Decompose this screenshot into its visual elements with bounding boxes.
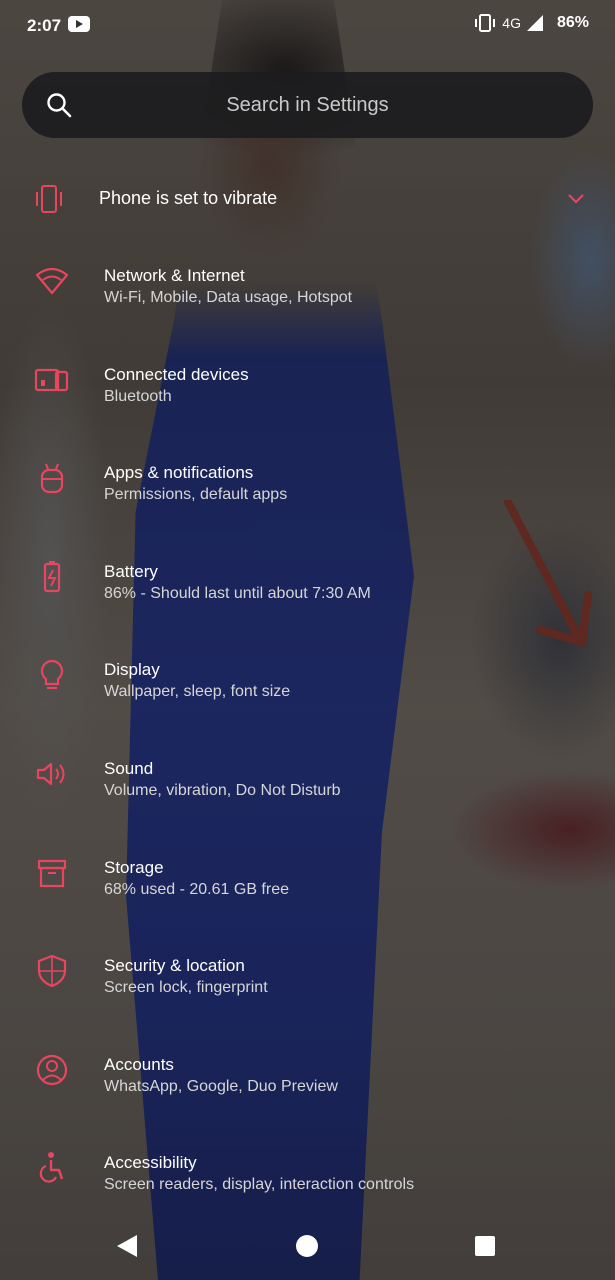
vibrate-icon: [34, 182, 64, 223]
setting-title: Network & Internet: [104, 266, 245, 285]
setting-subtitle: WhatsApp, Google, Duo Preview: [104, 1077, 338, 1095]
setting-accounts[interactable]: Accounts WhatsApp, Google, Duo Preview: [0, 1036, 615, 1135]
setting-title: Apps & notifications: [104, 463, 254, 483]
setting-title: Display: [104, 660, 160, 680]
battery-percent: 86%: [556, 14, 589, 31]
status-time: 2:07: [27, 16, 62, 35]
setting-battery[interactable]: Battery 86% - Should last until about 7:…: [0, 543, 615, 642]
chevron-down-icon[interactable]: [566, 192, 586, 211]
setting-title: Battery: [104, 561, 158, 581]
setting-subtitle: 86% - Should last until about 7:30 AM: [104, 584, 371, 602]
recents-icon[interactable]: [475, 1236, 495, 1256]
devices-icon: [34, 368, 69, 391]
setting-sound[interactable]: Sound Volume, vibration, Do Not Disturb: [0, 740, 615, 839]
android-icon: [40, 463, 64, 494]
setting-title: Connected devices: [104, 364, 249, 384]
setting-apps-notifications[interactable]: Apps & notifications Permissions, defaul…: [0, 444, 615, 543]
youtube-icon: [68, 16, 90, 32]
setting-display[interactable]: Display Wallpaper, sleep, font size: [0, 641, 615, 740]
wifi-icon: [35, 267, 69, 295]
back-icon[interactable]: [116, 1234, 138, 1258]
storage-icon: [37, 859, 67, 887]
account-icon: [36, 1054, 68, 1085]
accessibility-icon: [39, 1152, 64, 1183]
settings-list: Network & Internet Wi-Fi, Mobile, Data u…: [0, 247, 615, 1233]
setting-title: Accounts: [104, 1054, 174, 1074]
home-icon[interactable]: [296, 1235, 318, 1257]
status-indicators: 4G 86%: [474, 14, 589, 32]
setting-security-location[interactable]: Security & location Screen lock, fingerp…: [0, 937, 615, 1036]
setting-network-internet[interactable]: Network & Internet Wi-Fi, Mobile, Data u…: [0, 247, 615, 346]
setting-subtitle: 68% used - 20.61 GB free: [104, 880, 289, 898]
setting-title: Storage: [104, 857, 164, 877]
setting-connected-devices[interactable]: Connected devices Bluetooth: [0, 346, 615, 445]
vibrate-status-icon: [474, 14, 496, 32]
network-type: 4G: [502, 15, 521, 31]
vibrate-suggestion[interactable]: Phone is set to vibrate: [0, 170, 615, 230]
setting-title: Sound: [104, 758, 154, 778]
shield-icon: [37, 955, 67, 988]
search-bar[interactable]: Search in Settings: [22, 72, 593, 138]
setting-storage[interactable]: Storage 68% used - 20.61 GB free: [0, 839, 615, 938]
speaker-icon: [36, 762, 65, 786]
navigation-bar: [0, 1214, 615, 1280]
lightbulb-icon: [40, 660, 64, 690]
setting-subtitle: Screen readers, display, interaction con…: [104, 1176, 415, 1194]
signal-icon: [526, 15, 543, 31]
setting-subtitle: Wi-Fi, Mobile, Data usage, Hotspot: [104, 289, 353, 306]
setting-title: Security & location: [104, 956, 245, 976]
setting-subtitle: Screen lock, fingerprint: [104, 979, 268, 997]
search-input[interactable]: Search in Settings: [22, 94, 593, 117]
setting-subtitle: Volume, vibration, Do Not Disturb: [104, 781, 341, 799]
vibrate-label: Phone is set to vibrate: [99, 188, 278, 208]
setting-subtitle: Permissions, default apps: [104, 486, 288, 504]
status-bar: 2:07 4G 86%: [0, 0, 615, 52]
battery-icon: [43, 560, 61, 592]
setting-subtitle: Bluetooth: [104, 387, 172, 405]
setting-title: Accessibility: [104, 1153, 197, 1173]
setting-subtitle: Wallpaper, sleep, font size: [104, 683, 291, 701]
